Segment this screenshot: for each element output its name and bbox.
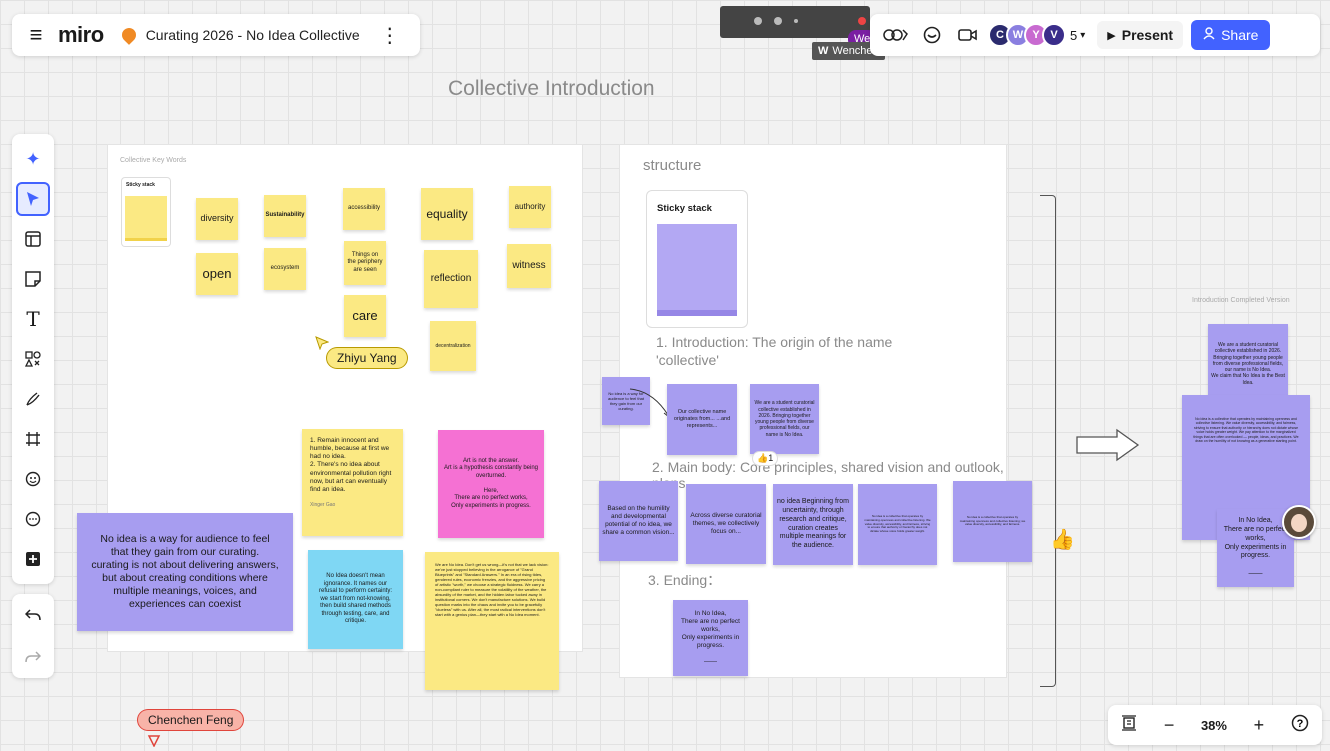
reaction-badge[interactable]: 👍1 — [753, 452, 778, 465]
frame-label: Introduction Completed Version — [1192, 297, 1290, 304]
body-sticky[interactable]: No idea is a collective that operates by… — [858, 484, 937, 565]
ending-sticky[interactable]: In No Idea, There are no perfect works, … — [673, 600, 748, 676]
keyword-sticky[interactable]: care — [344, 295, 386, 337]
location-pin-icon — [118, 25, 139, 45]
sticky-stack-label: Sticky stack — [657, 203, 712, 214]
collab-header: C W Y V 5 ▾ ▶ Present Share — [870, 14, 1320, 56]
keyword-sticky[interactable]: witness — [507, 244, 551, 288]
shared-screen-preview — [720, 6, 870, 38]
avatar[interactable]: V — [1042, 23, 1066, 47]
avatar[interactable] — [1282, 505, 1316, 539]
board-main-title: Collective Introduction — [448, 77, 655, 100]
user-icon — [1203, 27, 1215, 43]
hamburger-menu-icon[interactable]: ≡ — [24, 22, 48, 48]
body-sticky[interactable]: no idea Beginning from uncertainty, thro… — [773, 484, 853, 565]
comment-icon[interactable] — [16, 502, 50, 536]
creation-toolbar: ✦ T — [12, 134, 54, 584]
sticky-stack-preview — [657, 224, 737, 310]
keyword-sticky[interactable]: decentralization — [430, 321, 476, 371]
plus-square-icon[interactable] — [16, 542, 50, 576]
zoom-in-button[interactable]: + — [1254, 715, 1265, 736]
section-heading: 3. Ending： — [648, 572, 722, 588]
select-cursor-icon[interactable] — [16, 182, 50, 216]
window-dot — [794, 19, 798, 23]
completed-sticky[interactable]: We are a student curatorial collective e… — [1208, 324, 1288, 404]
reactions-icon[interactable] — [882, 21, 910, 49]
sticky-stack-preview — [125, 196, 167, 238]
keyword-sticky[interactable]: diversity — [196, 198, 238, 240]
body-sticky[interactable]: No idea is a collective that operates by… — [953, 481, 1032, 562]
keyword-sticky[interactable]: authority — [509, 186, 551, 228]
keyword-sticky[interactable]: accessibility — [343, 188, 385, 230]
present-button[interactable]: ▶ Present — [1097, 21, 1184, 49]
keyword-sticky[interactable]: Things on the periphery are seen — [344, 241, 386, 285]
cursor-pointer-icon — [315, 336, 329, 350]
sticker-icon[interactable] — [16, 462, 50, 496]
structure-title: structure — [643, 157, 702, 174]
play-icon: ▶ — [1107, 29, 1116, 42]
chevron-down-icon[interactable]: ▾ — [1080, 30, 1085, 41]
cursor-pointer-icon — [147, 735, 161, 747]
svg-text:?: ? — [1296, 718, 1303, 730]
window-dot — [754, 17, 762, 25]
board-title[interactable]: Curating 2026 - No Idea Collective — [146, 27, 360, 43]
frame-label: Collective Key Words — [120, 157, 187, 164]
manifesto-sticky[interactable]: We are No Idea. Don't get us wrong—it's … — [425, 552, 559, 690]
frame-template-icon[interactable] — [16, 222, 50, 256]
chat-icon[interactable] — [918, 21, 946, 49]
history-toolbar — [12, 594, 54, 678]
zoom-level[interactable]: 38% — [1201, 718, 1227, 733]
frame-crop-icon[interactable] — [16, 422, 50, 456]
thumbs-up-icon: 👍 — [757, 453, 769, 463]
keyword-sticky[interactable]: Sustainability — [264, 195, 306, 237]
fit-to-screen-icon[interactable] — [1121, 714, 1137, 736]
window-dot — [858, 17, 866, 25]
window-dot — [774, 17, 782, 25]
sticky-stack[interactable]: Sticky stack — [647, 191, 747, 327]
right-arrow-icon — [1076, 428, 1140, 462]
board-header: ≡ miro Curating 2026 - No Idea Collectiv… — [12, 14, 420, 56]
shapes-icon[interactable] — [16, 342, 50, 376]
collaborator-cursor-label: Chenchen Feng — [138, 710, 244, 730]
sticky-note-icon[interactable] — [16, 262, 50, 296]
intro-sticky[interactable]: Our collective name originates from... .… — [667, 384, 737, 455]
pen-icon[interactable] — [16, 382, 50, 416]
text-tool-icon[interactable]: T — [16, 302, 50, 336]
avatar-count[interactable]: 5 — [1070, 28, 1077, 43]
keyword-sticky[interactable]: reflection — [424, 250, 478, 308]
grouping-bracket — [1040, 195, 1056, 687]
avatar-face — [1291, 514, 1307, 532]
undo-icon[interactable] — [16, 598, 50, 632]
ai-sparkle-icon[interactable]: ✦ — [16, 142, 50, 176]
share-button[interactable]: Share — [1191, 20, 1271, 50]
video-call-icon[interactable] — [954, 21, 982, 49]
statement-sticky[interactable]: Art is not the answer. Art is a hypothes… — [438, 430, 544, 538]
miro-logo[interactable]: miro — [58, 22, 104, 48]
body-sticky[interactable]: Across diverse curatorial themes, we col… — [686, 484, 766, 564]
body-sticky[interactable]: Based on the humility and developmental … — [599, 481, 678, 561]
collaborator-avatars[interactable]: C W Y V 5 ▾ — [988, 23, 1085, 47]
statement-sticky[interactable]: No Idea doesn't mean ignorance. It names… — [308, 550, 403, 649]
board-options-icon[interactable]: ⋮ — [380, 23, 400, 48]
audience-sticky[interactable]: No idea is a way for audience to feel th… — [77, 513, 293, 631]
keyword-sticky[interactable]: open — [196, 253, 238, 295]
zoom-out-button[interactable]: − — [1164, 715, 1175, 736]
sticky-stack-label: Sticky stack — [126, 182, 155, 188]
section-heading: 1. Introduction: The origin of the name … — [656, 334, 893, 369]
thumbs-up-sticker[interactable]: 👍 — [1050, 527, 1075, 552]
zoom-controls: − 38% + ? — [1108, 705, 1322, 745]
keyword-sticky[interactable]: equality — [421, 188, 473, 240]
help-icon[interactable]: ? — [1291, 714, 1309, 737]
redo-icon[interactable] — [16, 640, 50, 674]
keyword-sticky[interactable]: ecosystem — [264, 248, 306, 290]
sticky-stack[interactable]: Sticky stack — [122, 178, 170, 246]
statement-sticky[interactable]: 1. Remain innocent and humble, because a… — [302, 429, 403, 536]
collaborator-cursor-label: Zhiyu Yang — [327, 348, 407, 368]
intro-sticky[interactable]: We are a student curatorial collective e… — [750, 384, 819, 454]
